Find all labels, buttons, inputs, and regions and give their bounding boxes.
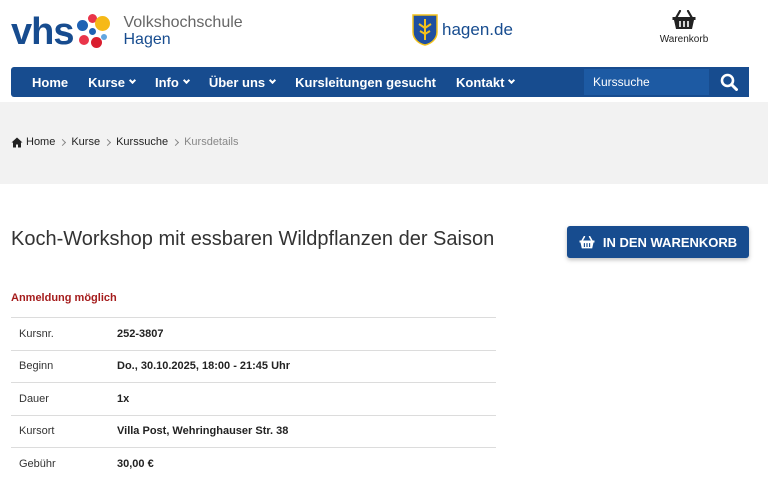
breadcrumb-current: Kursdetails [184, 136, 239, 148]
detail-key: Gebühr [19, 458, 56, 470]
nav-item-info[interactable]: Info [145, 67, 199, 97]
nav-item-label: Info [154, 74, 179, 90]
nav-item-label: Kontakt [456, 74, 505, 90]
vhs-logo[interactable]: vhs Volkshochschule Hagen [11, 10, 243, 54]
hagen-link[interactable]: hagen.de [412, 14, 513, 46]
add-to-cart-button[interactable]: IN DEN WARENKORB [567, 226, 749, 258]
detail-value: Villa Post, Wehringhauser Str. 38 [117, 425, 289, 438]
chevron-right-icon [172, 138, 180, 146]
search-input[interactable] [584, 69, 709, 95]
nav-item-label: Home [32, 74, 69, 90]
detail-key: Beginn [19, 360, 54, 373]
chevron-right-icon [104, 138, 112, 146]
basket-icon [579, 235, 595, 248]
logo-line2: Hagen [123, 31, 171, 48]
page-title: Koch-Workshop mit essbaren Wildpflanzen … [11, 228, 495, 250]
course-details-table: Kursnr. 252-3807 Beginn Do., 30.10.2025,… [11, 317, 496, 478]
cart-label: Warenkorb [659, 34, 709, 45]
table-row: Gebühr 30,00 € [11, 447, 496, 478]
nav-item-kurse[interactable]: Kurse [78, 67, 145, 97]
home-icon [11, 137, 23, 147]
add-to-cart-label: IN DEN WARENKORB [602, 234, 738, 250]
logo-brand: vhs [11, 11, 74, 53]
chevron-down-icon [508, 76, 516, 84]
detail-value: 1x [117, 392, 130, 405]
breadcrumb-kurse[interactable]: Kurse [71, 136, 100, 148]
detail-value: 30,00 € [117, 458, 154, 470]
table-row: Kursort Villa Post, Wehringhauser Str. 3… [11, 415, 496, 448]
main-nav: Home Kurse Info Über uns Kursleitungen g… [11, 67, 749, 97]
nav-item-label: Kurse [88, 74, 125, 90]
logo-line1: Volkshochschule [123, 14, 243, 32]
detail-key: Kursort [19, 425, 55, 438]
chevron-down-icon [182, 76, 190, 84]
basket-icon [672, 10, 696, 29]
table-row: Kursnr. 252-3807 [11, 317, 496, 351]
search-icon [720, 73, 738, 91]
nav-item-label: Über uns [208, 74, 266, 90]
detail-key: Kursnr. [19, 327, 54, 340]
detail-value: Do., 30.10.2025, 18:00 - 21:45 Uhr [117, 360, 291, 373]
table-row: Dauer 1x [11, 382, 496, 416]
breadcrumb-home[interactable]: Home [26, 136, 55, 148]
nav-item-home[interactable]: Home [11, 67, 78, 97]
nav-item-ueber-uns[interactable]: Über uns [199, 67, 285, 97]
detail-key: Dauer [19, 392, 49, 405]
nav-item-kursleitungen[interactable]: Kursleitungen gesucht [285, 67, 446, 97]
chevron-down-icon [269, 76, 277, 84]
hagen-label: hagen.de [442, 20, 513, 39]
nav-item-label: Kursleitungen gesucht [295, 74, 437, 90]
search-box [584, 67, 749, 97]
breadcrumb-kurssuche[interactable]: Kurssuche [116, 136, 168, 148]
cart-link[interactable]: Warenkorb [656, 10, 712, 45]
chevron-right-icon [59, 138, 67, 146]
table-row: Beginn Do., 30.10.2025, 18:00 - 21:45 Uh… [11, 350, 496, 383]
logo-dots-icon [75, 12, 115, 52]
chevron-down-icon [128, 76, 137, 84]
hagen-crest-icon [412, 14, 438, 46]
breadcrumb: Home Kurse Kurssuche Kursdetails [11, 136, 239, 148]
site-header: vhs Volkshochschule Hagen hagen.de Waren… [0, 0, 768, 64]
nav-item-kontakt[interactable]: Kontakt [446, 67, 524, 97]
search-button[interactable] [709, 67, 749, 97]
detail-value: 252-3807 [117, 327, 164, 340]
status-badge: Anmeldung möglich [11, 292, 117, 304]
breadcrumb-band: Home Kurse Kurssuche Kursdetails [0, 102, 768, 184]
